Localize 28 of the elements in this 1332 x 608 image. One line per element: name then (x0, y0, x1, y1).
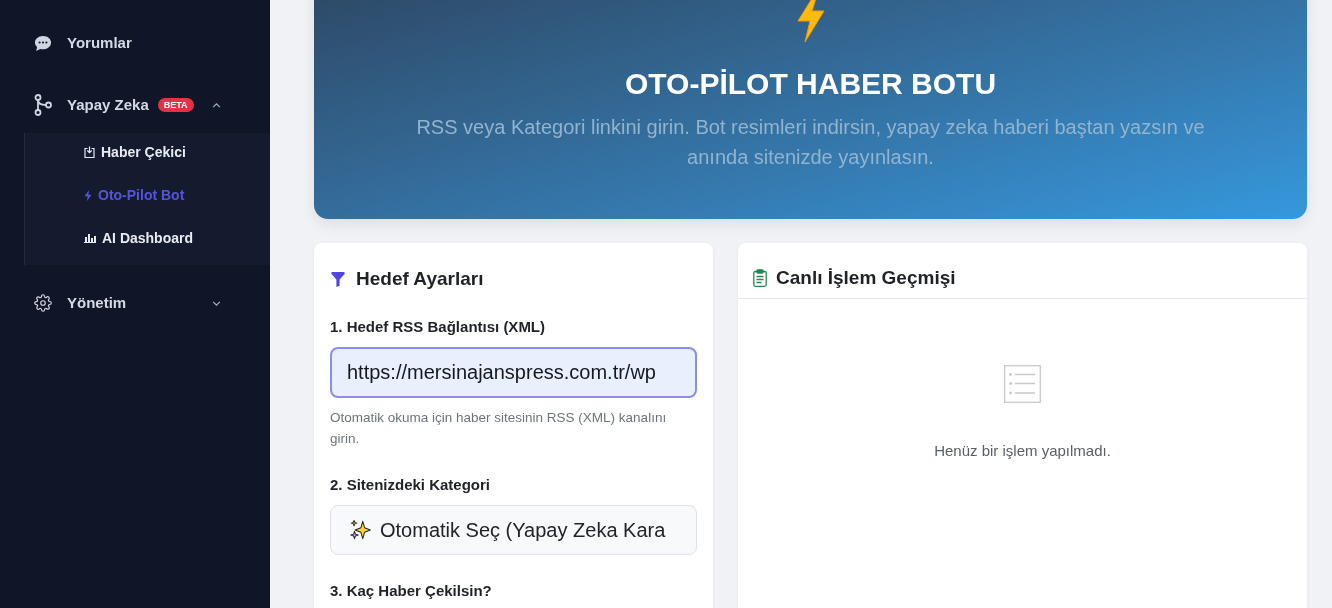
empty-message: Henüz bir işlem yapılmadı. (933, 441, 1112, 461)
list-icon (1004, 365, 1041, 403)
rss-url-input[interactable]: https://mersinajanspress.com.tr/wp (330, 347, 697, 398)
branch-icon (34, 94, 52, 116)
card-title: Hedef Ayarları (356, 266, 484, 291)
lightning-icon (796, 0, 825, 42)
hero-title: OTO-PİLOT HABER BOTU (624, 66, 997, 102)
submenu-item[interactable]: Haber Çekici (25, 134, 270, 170)
submenu-item[interactable]: AI Dashboard (25, 220, 270, 256)
sparkle-icon (349, 519, 371, 541)
sidebar-item[interactable]: Yorumlar (0, 19, 270, 67)
help-text: Otomatik okuma için haber sitesinin RSS (XML) kanalını girin. (330, 409, 668, 448)
sidebar-item[interactable]: Yapay Zeka BETA (0, 81, 270, 129)
gear-icon (34, 294, 52, 312)
sidebar-item[interactable]: Yönetim (0, 279, 270, 327)
beta-badge: BETA (157, 98, 194, 112)
clipboard-icon (753, 269, 767, 287)
funnel-icon (331, 271, 345, 287)
lightning-icon (84, 189, 92, 201)
bar-chart-icon (84, 233, 96, 243)
field-label: 1. Hedef RSS Bağlantısı (XML) (330, 317, 547, 337)
category-select[interactable]: Otomatik Seç (Yapay Zeka Kara (330, 505, 697, 555)
card-title: Canlı İşlem Geçmişi (776, 266, 956, 290)
download-box-icon (84, 146, 95, 158)
field-label: 3. Kaç Haber Çekilsin? (330, 581, 493, 601)
hero-subtitle: RSS veya Kategori linkini girin. Bot resimleri indirsin, yapay zeka haberi baştan yazsın ve anında sitenizde yayınlasın. (415, 115, 1206, 170)
field-label: 2. Sitenizdeki Kategori (330, 475, 492, 495)
chat-bubble-icon (34, 34, 52, 52)
